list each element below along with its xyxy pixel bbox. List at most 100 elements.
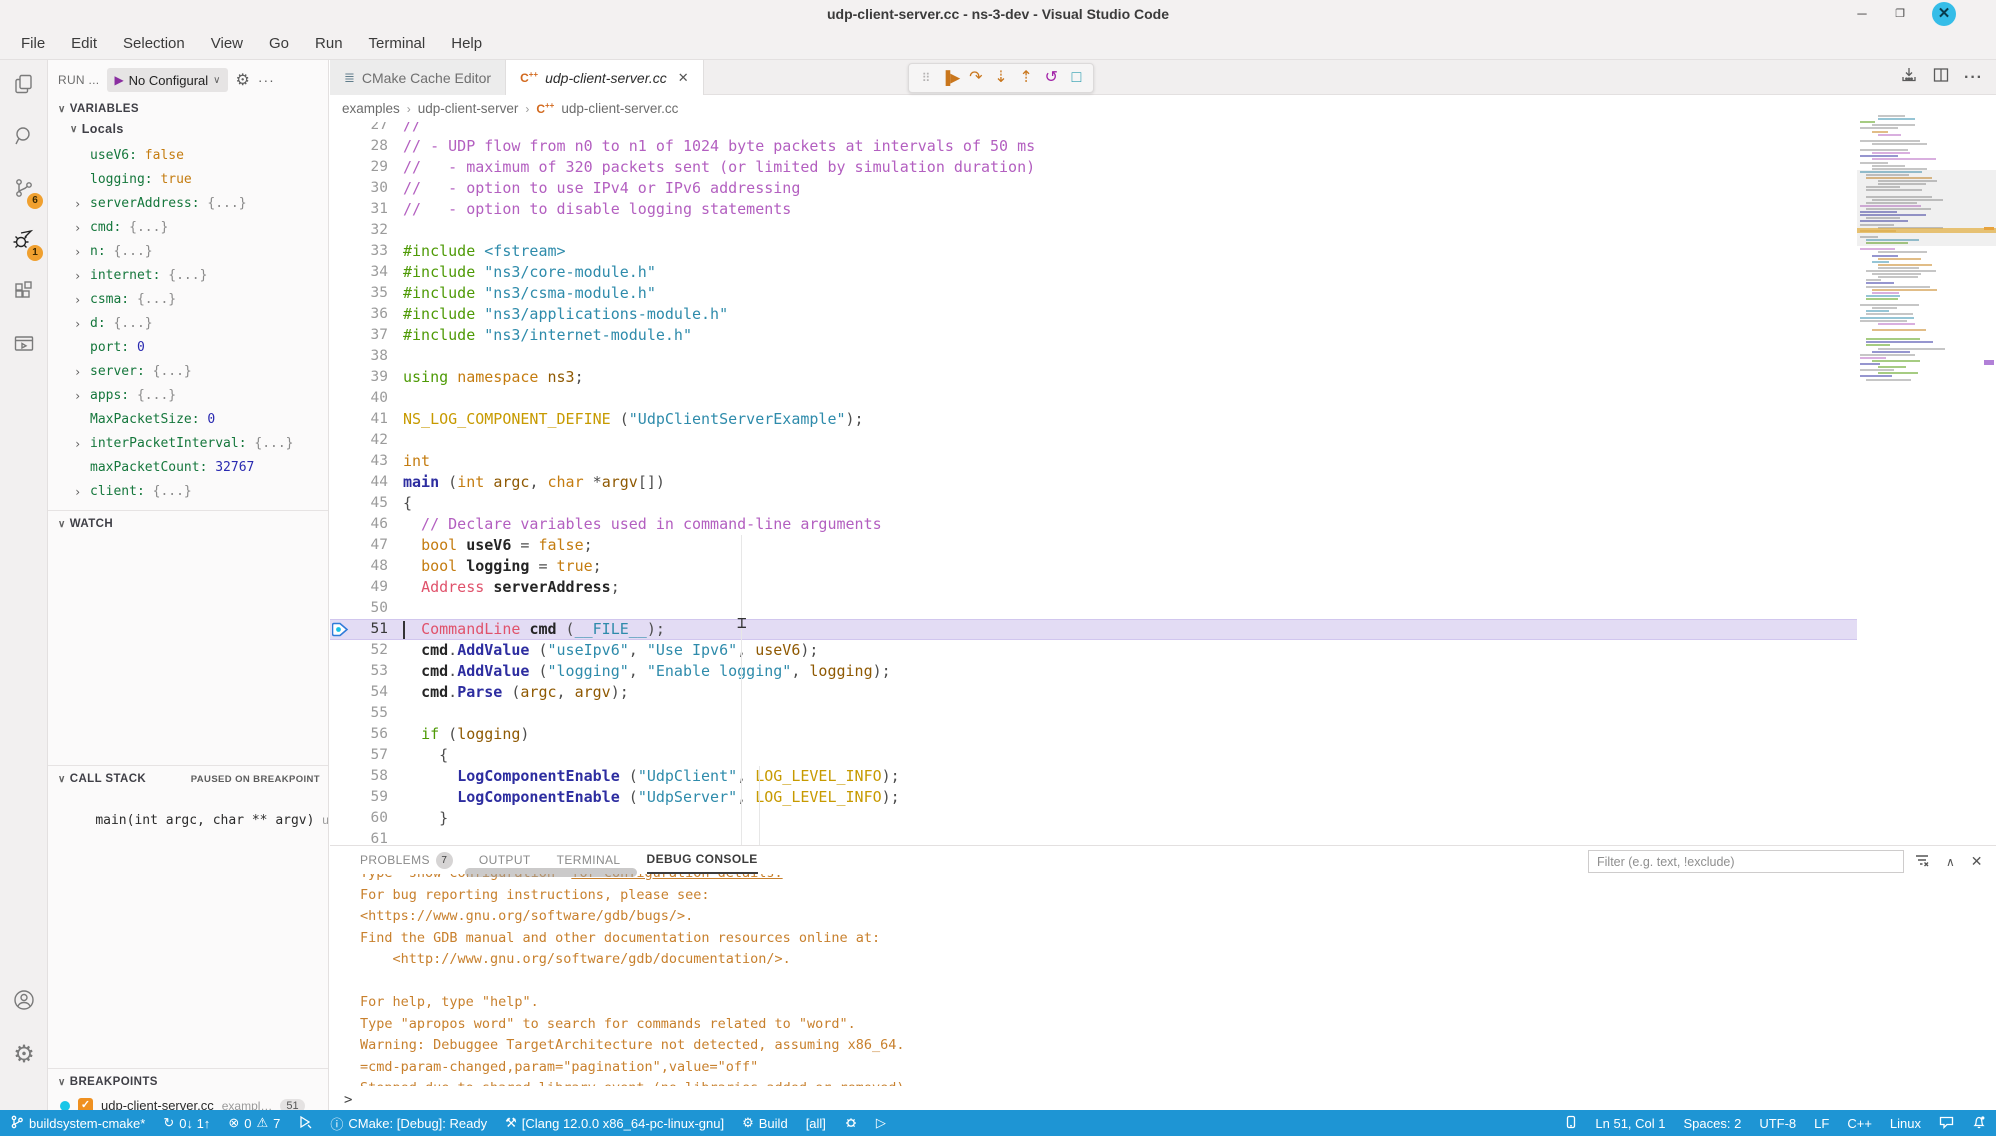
code-line[interactable]: 44main (int argc, char *argv[]): [330, 472, 1996, 493]
line-number[interactable]: 31: [352, 199, 388, 220]
code-line[interactable]: 38: [330, 346, 1996, 367]
continue-button[interactable]: ▐▶: [940, 65, 961, 91]
status-item-left-1[interactable]: ↻0↓ 1↑: [163, 1115, 210, 1131]
line-number[interactable]: 55: [352, 703, 388, 724]
code-line[interactable]: 51 CommandLine cmd (__FILE__);: [330, 619, 1996, 640]
status-item-right-3[interactable]: UTF-8: [1759, 1116, 1796, 1131]
breakpoints-section-header[interactable]: ∨ BREAKPOINTS: [58, 1076, 158, 1088]
code-line[interactable]: 33#include <fstream>: [330, 241, 1996, 262]
line-number[interactable]: 41: [352, 409, 388, 430]
variable-row[interactable]: maxPacketCount: 32767: [48, 456, 329, 480]
menu-item-file[interactable]: File: [8, 28, 58, 60]
line-number[interactable]: 46: [352, 514, 388, 535]
code-line[interactable]: 27//: [330, 122, 1996, 136]
menu-item-selection[interactable]: Selection: [110, 28, 198, 60]
variable-row[interactable]: ›server: {...}: [48, 360, 329, 384]
minimap[interactable]: [1860, 115, 1952, 383]
variable-row[interactable]: ›csma: {...}: [48, 288, 329, 312]
code-line[interactable]: 45{: [330, 493, 1996, 514]
breakpoint-row[interactable]: ✓ udp-client-server.cc exampl… 51: [60, 1098, 305, 1110]
panel-tab-problems[interactable]: PROBLEMS7: [360, 846, 453, 874]
variable-row[interactable]: ›interPacketInterval: {...}: [48, 432, 329, 456]
variables-section-header[interactable]: ∨ VARIABLES: [58, 103, 139, 115]
code-line[interactable]: 59 LogComponentEnable ("UdpServer", LOG_…: [330, 787, 1996, 808]
sidebar-item-extensions[interactable]: [0, 268, 48, 320]
expand-icon[interactable]: ›: [74, 480, 81, 504]
code-line[interactable]: 55: [330, 703, 1996, 724]
code-line[interactable]: 40: [330, 388, 1996, 409]
expand-icon[interactable]: ›: [74, 432, 81, 456]
line-number[interactable]: 42: [352, 430, 388, 451]
expand-icon[interactable]: ›: [74, 216, 81, 240]
code-line[interactable]: 56 if (logging): [330, 724, 1996, 745]
line-number[interactable]: 30: [352, 178, 388, 199]
expand-icon[interactable]: ›: [74, 288, 81, 312]
breakpoint-checkbox[interactable]: ✓: [78, 1098, 93, 1110]
line-number[interactable]: 56: [352, 724, 388, 745]
line-number[interactable]: 54: [352, 682, 388, 703]
code-line[interactable]: 48 bool logging = true;: [330, 556, 1996, 577]
code-line[interactable]: 60 }: [330, 808, 1996, 829]
variables-group-locals[interactable]: ∨ Locals: [70, 122, 124, 136]
breadcrumb-item[interactable]: udp-client-server: [418, 101, 519, 116]
line-number[interactable]: 32: [352, 220, 388, 241]
line-number[interactable]: 48: [352, 556, 388, 577]
variable-row[interactable]: ›n: {...}: [48, 240, 329, 264]
expand-icon[interactable]: ›: [74, 384, 81, 408]
code-line[interactable]: 53 cmd.AddValue ("logging", "Enable logg…: [330, 661, 1996, 682]
code-line[interactable]: 36#include "ns3/applications-module.h": [330, 304, 1996, 325]
line-number[interactable]: 57: [352, 745, 388, 766]
status-item-right-0[interactable]: [1565, 1115, 1577, 1132]
variable-row[interactable]: ›internet: {...}: [48, 264, 329, 288]
code-line[interactable]: 28// - UDP flow from n0 to n1 of 1024 by…: [330, 136, 1996, 157]
code-line[interactable]: 43int: [330, 451, 1996, 472]
line-number[interactable]: 51: [352, 619, 388, 640]
status-item-right-6[interactable]: Linux: [1890, 1116, 1921, 1131]
line-number[interactable]: 28: [352, 136, 388, 157]
code-line[interactable]: 34#include "ns3/core-module.h": [330, 262, 1996, 283]
line-number[interactable]: 61: [352, 829, 388, 845]
code-line[interactable]: 58 LogComponentEnable ("UdpClient", LOG_…: [330, 766, 1996, 787]
code-line[interactable]: 52 cmd.AddValue ("useIpv6", "Use Ipv6", …: [330, 640, 1996, 661]
restart-button[interactable]: ↺: [1041, 65, 1062, 91]
status-item-left-6[interactable]: ⚙Build: [742, 1115, 788, 1131]
stop-button[interactable]: □: [1066, 65, 1087, 91]
variable-row[interactable]: ›apps: {...}: [48, 384, 329, 408]
breadcrumb-item[interactable]: udp-client-server.cc: [561, 101, 678, 116]
filter-icon[interactable]: [1914, 852, 1930, 871]
code-line[interactable]: 46 // Declare variables used in command-…: [330, 514, 1996, 535]
sidebar-item-source-control[interactable]: 6: [0, 164, 48, 216]
status-item-left-7[interactable]: [all]: [806, 1116, 826, 1131]
code-line[interactable]: 57 {: [330, 745, 1996, 766]
status-item-right-1[interactable]: Ln 51, Col 1: [1595, 1116, 1665, 1131]
variable-row[interactable]: useV6: false: [48, 144, 329, 168]
status-item-right-5[interactable]: C++: [1847, 1116, 1872, 1131]
variable-row[interactable]: ›cmd: {...}: [48, 216, 329, 240]
debug-console-output[interactable]: Type "show configuration" for configurat…: [360, 874, 1960, 1086]
sidebar-item-search[interactable]: [0, 112, 48, 164]
variable-row[interactable]: ›serverAddress: {...}: [48, 192, 329, 216]
expand-icon[interactable]: ›: [74, 240, 81, 264]
split-editor-icon[interactable]: [1932, 66, 1950, 89]
line-number[interactable]: 29: [352, 157, 388, 178]
menu-item-go[interactable]: Go: [256, 28, 302, 60]
line-number[interactable]: 33: [352, 241, 388, 262]
status-item-right-2[interactable]: Spaces: 2: [1684, 1116, 1742, 1131]
line-number[interactable]: 58: [352, 766, 388, 787]
status-item-right-4[interactable]: LF: [1814, 1116, 1829, 1131]
close-panel-icon[interactable]: ✕: [1971, 853, 1983, 870]
tab-cmake-cache-editor[interactable]: ≣ CMake Cache Editor: [330, 60, 506, 95]
sidebar-item-run-and-debug[interactable]: 1: [0, 216, 48, 268]
status-item-left-4[interactable]: ⓘCMake: [Debug]: Ready: [330, 1114, 487, 1133]
call-stack-frame[interactable]: main(int argc, char ** argv) u…: [64, 798, 329, 843]
menu-item-run[interactable]: Run: [302, 28, 356, 60]
views-more-icon[interactable]: ···: [258, 72, 275, 88]
variable-row[interactable]: ›d: {...}: [48, 312, 329, 336]
variable-row[interactable]: ›client: {...}: [48, 480, 329, 504]
run-below-icon[interactable]: [1900, 66, 1918, 89]
line-number[interactable]: 47: [352, 535, 388, 556]
line-number[interactable]: 36: [352, 304, 388, 325]
restore-button[interactable]: ❐: [1890, 4, 1910, 24]
line-number[interactable]: 59: [352, 787, 388, 808]
close-button[interactable]: ✕: [1932, 2, 1956, 26]
